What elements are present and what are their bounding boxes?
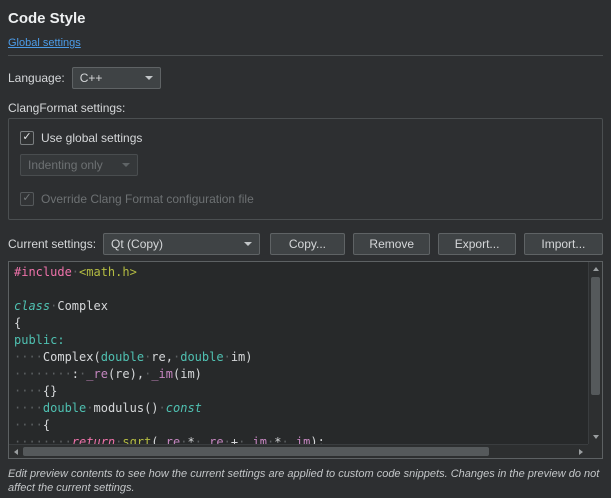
current-settings-row: Current settings: Qt (Copy) Copy... Remo…: [8, 233, 603, 255]
arrow-up-icon: [593, 267, 599, 271]
horizontal-scrollbar-thumb[interactable]: [23, 447, 489, 456]
current-settings-label: Current settings:: [8, 237, 96, 251]
chevron-down-icon: [244, 242, 252, 246]
code-line: ····{}: [14, 383, 588, 400]
code-line: ········return·sqrt(_re·*·_re·+·_im·*·_i…: [14, 434, 588, 444]
code-preview-editor[interactable]: #include·<math.h> class·Complex{public:·…: [8, 261, 603, 459]
code-line: #include·<math.h>: [14, 264, 588, 281]
code-line: ····double·modulus()·const: [14, 400, 588, 417]
clangformat-mode-row: Indenting only: [20, 154, 591, 176]
clangformat-section-label: ClangFormat settings:: [8, 101, 603, 115]
arrow-down-icon: [593, 435, 599, 439]
code-line: ········:·_re(re),·_im(im): [14, 366, 588, 383]
clangformat-mode-select[interactable]: Indenting only: [20, 154, 138, 176]
language-select[interactable]: C++: [72, 67, 161, 89]
page-title: Code Style: [8, 10, 603, 28]
checkmark-icon: ✓: [22, 193, 31, 204]
current-settings-value: Qt (Copy): [111, 237, 163, 251]
arrow-right-icon: [579, 449, 583, 455]
copy-button[interactable]: Copy...: [270, 233, 345, 255]
code-line: public:: [14, 332, 588, 349]
horizontal-scrollbar[interactable]: [9, 444, 588, 458]
override-clang-format-checkbox[interactable]: ✓ Override Clang Format configuration fi…: [20, 191, 591, 206]
chevron-down-icon: [122, 163, 130, 167]
footer-hint: Edit preview contents to see how the cur…: [8, 468, 603, 495]
language-label: Language:: [8, 71, 65, 85]
clangformat-mode-value: Indenting only: [28, 158, 103, 172]
global-settings-link[interactable]: Global settings: [8, 37, 81, 50]
checkbox: ✓: [20, 192, 34, 206]
code-line: class·Complex: [14, 298, 588, 315]
code-editor-content[interactable]: #include·<math.h> class·Complex{public:·…: [9, 262, 588, 444]
current-settings-select[interactable]: Qt (Copy): [103, 233, 260, 255]
override-clang-format-label: Override Clang Format configuration file: [41, 192, 254, 206]
checkbox: ✓: [20, 131, 34, 145]
code-line: {: [14, 315, 588, 332]
code-line: ····Complex(double·re,·double·im): [14, 349, 588, 366]
code-line: ····{: [14, 417, 588, 434]
language-select-value: C++: [80, 71, 103, 85]
scroll-down-button[interactable]: [589, 430, 603, 444]
scrollbar-corner: [588, 444, 602, 458]
code-style-settings-pane: Code Style Global settings Language: C++…: [0, 0, 611, 498]
vertical-scrollbar-thumb[interactable]: [591, 277, 600, 395]
vertical-scrollbar[interactable]: [588, 262, 602, 444]
remove-button[interactable]: Remove: [353, 233, 430, 255]
export-button[interactable]: Export...: [438, 233, 515, 255]
import-button[interactable]: Import...: [524, 233, 603, 255]
arrow-left-icon: [14, 449, 18, 455]
use-global-settings-checkbox[interactable]: ✓ Use global settings: [20, 130, 591, 145]
scroll-left-button[interactable]: [9, 445, 23, 459]
use-global-settings-label: Use global settings: [41, 131, 142, 145]
chevron-down-icon: [145, 76, 153, 80]
clangformat-group: ✓ Use global settings Indenting only ✓ O…: [8, 118, 603, 220]
divider: [8, 55, 603, 56]
language-row: Language: C++: [8, 67, 603, 89]
checkmark-icon: ✓: [22, 132, 31, 143]
code-line: [14, 281, 588, 298]
scroll-right-button[interactable]: [574, 445, 588, 459]
scroll-up-button[interactable]: [589, 262, 603, 276]
